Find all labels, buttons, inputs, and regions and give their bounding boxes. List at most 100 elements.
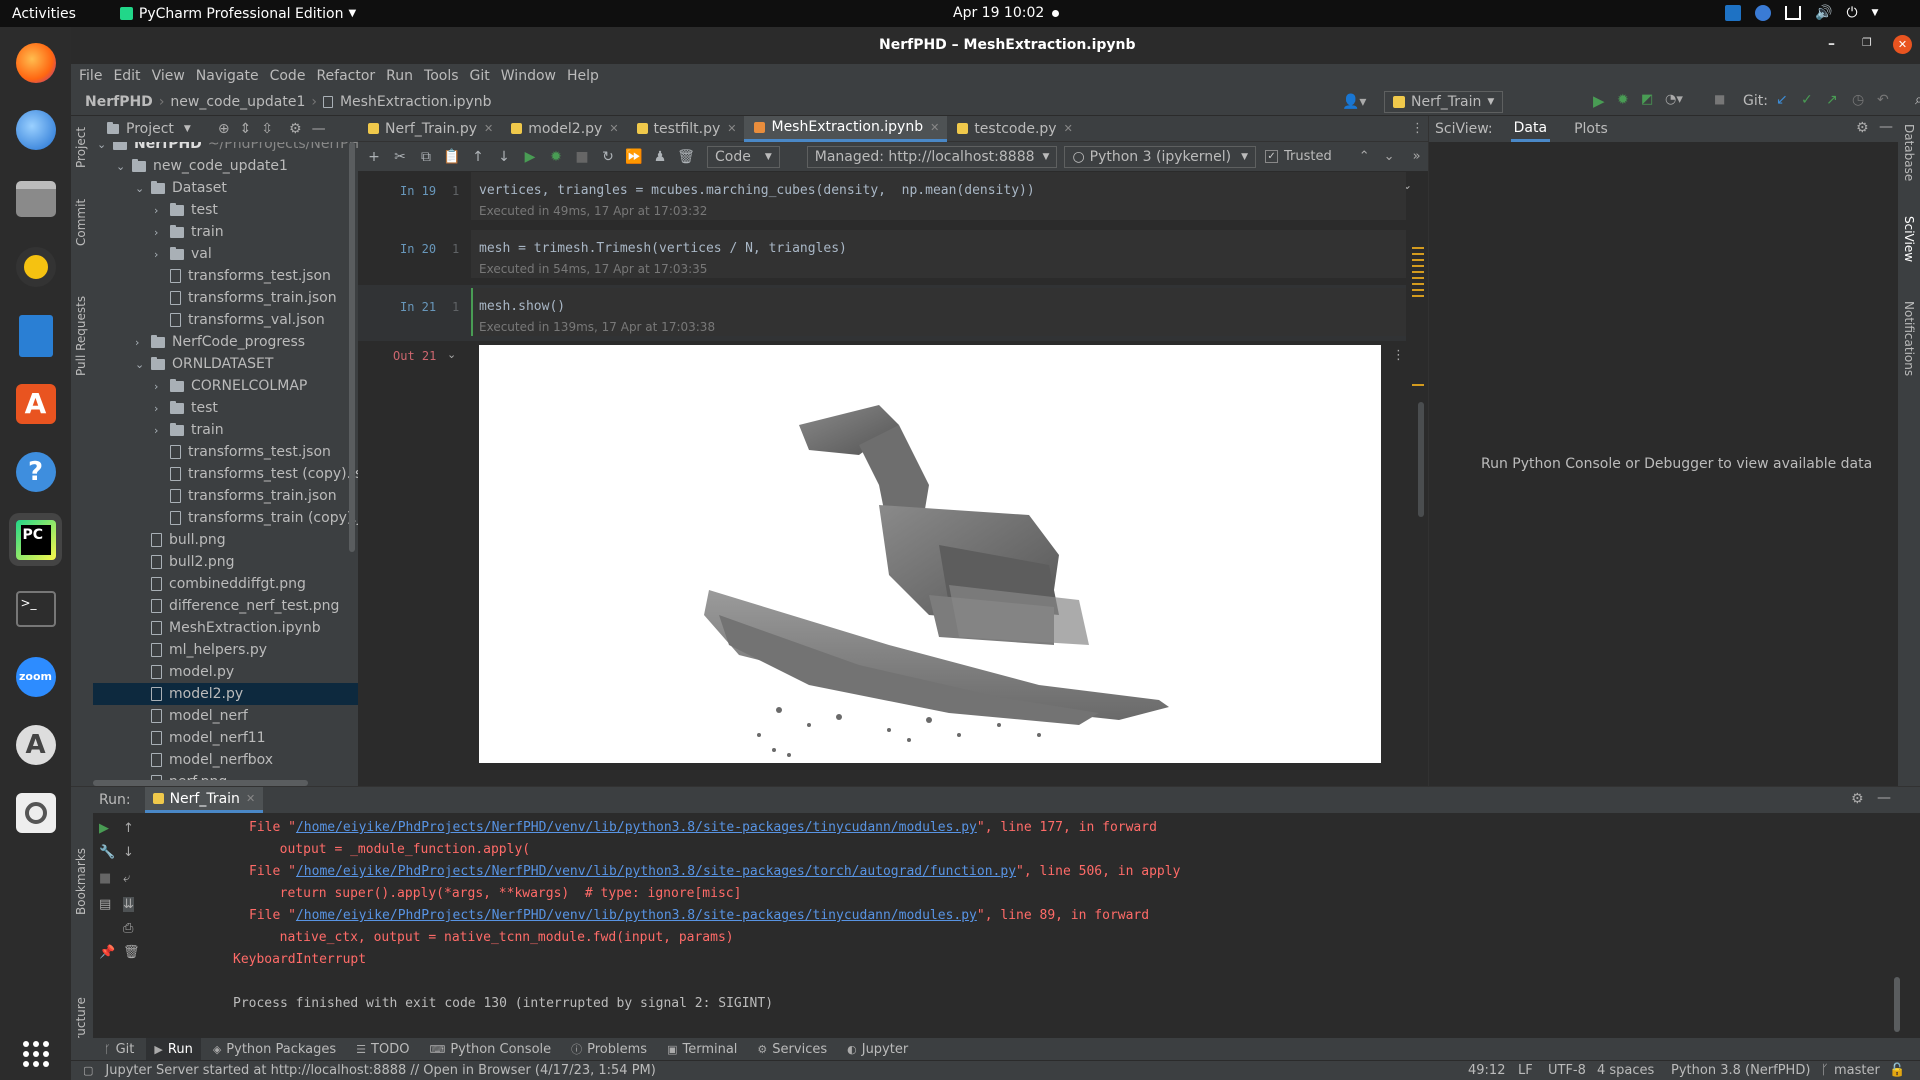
updater-icon[interactable]: A: [9, 718, 62, 771]
trusted-checkbox[interactable]: ✓: [1265, 150, 1279, 163]
tree-file[interactable]: transforms_train (copy).json: [154, 507, 358, 529]
rerun-icon[interactable]: ▶: [99, 821, 109, 836]
tree-folder[interactable]: ⌄ new_code_update1: [116, 155, 288, 177]
menu-view[interactable]: View: [152, 68, 185, 84]
chevron-right-icon[interactable]: ›: [154, 424, 166, 437]
move-down-icon[interactable]: ↓: [493, 146, 515, 168]
git-branch[interactable]: master: [1834, 1063, 1880, 1078]
menu-edit[interactable]: Edit: [113, 68, 140, 84]
tree-folder[interactable]: › NerfCode_progress: [135, 331, 305, 353]
chevron-down-icon[interactable]: ⌄: [135, 358, 147, 371]
run-cell-icon[interactable]: ▶: [519, 146, 541, 168]
maximize-icon[interactable]: ❐: [1862, 36, 1872, 49]
project-view-selector[interactable]: Project: [126, 121, 174, 137]
more-icon[interactable]: »: [1413, 149, 1421, 164]
stop-icon[interactable]: ■: [99, 871, 111, 886]
caret-position[interactable]: 49:12: [1468, 1063, 1505, 1078]
user-icon[interactable]: 👤▾: [1342, 94, 1366, 110]
thunderbird-icon[interactable]: [9, 103, 62, 156]
pull-requests-tool-tab[interactable]: Pull Requests: [74, 296, 88, 376]
file-link[interactable]: /home/eiyike/PhdProjects/NerfPHD/venv/li…: [296, 864, 1016, 879]
close-tab-icon[interactable]: ✕: [1064, 122, 1073, 135]
tree-folder[interactable]: › train: [154, 221, 224, 243]
chevron-down-icon[interactable]: ▼: [1872, 8, 1879, 18]
editor-tab[interactable]: testfilt.py ✕: [627, 116, 745, 142]
zoom-icon[interactable]: zoom: [9, 650, 62, 703]
minimize-icon[interactable]: –: [1828, 36, 1835, 52]
output-menu-icon[interactable]: ⋮: [1392, 348, 1405, 363]
bottom-tab[interactable]: ▶ Run: [146, 1038, 201, 1060]
warning-marker[interactable]: [1412, 384, 1424, 386]
prev-cell-icon[interactable]: ⌃: [1359, 149, 1370, 164]
run-tab[interactable]: Nerf_Train ✕: [144, 787, 264, 813]
file-link[interactable]: /home/eiyike/PhdProjects/NerfPHD/venv/li…: [296, 908, 977, 923]
power-icon[interactable]: ⏻: [1846, 5, 1857, 21]
interrupt-kernel-icon[interactable]: ■: [571, 146, 593, 168]
debug-cell-icon[interactable]: ✹: [545, 146, 567, 168]
stop-icon[interactable]: ■: [1714, 92, 1725, 106]
tree-file[interactable]: combineddiffgt.png: [135, 573, 306, 595]
debug-icon[interactable]: ✹: [1617, 92, 1629, 108]
file-link[interactable]: /home/eiyike/PhdProjects/NerfPHD/venv/li…: [296, 820, 977, 835]
trash-icon[interactable]: 🗑: [123, 945, 140, 960]
status-message[interactable]: Jupyter Server started at http://localho…: [105, 1063, 655, 1078]
close-icon[interactable]: ✕: [246, 792, 255, 805]
gear-icon[interactable]: ⚙: [1856, 120, 1869, 136]
tree-file[interactable]: ml_helpers.py: [135, 639, 267, 661]
show-apps-icon[interactable]: [9, 1027, 62, 1080]
tree-root[interactable]: ⌄ NerfPHD ~/PhdProjects/NerfPHD: [97, 142, 358, 155]
more-tabs-icon[interactable]: ⋮: [1411, 121, 1424, 136]
editor-scrollbar[interactable]: [1418, 402, 1424, 517]
tree-file[interactable]: difference_nerf_test.png: [135, 595, 339, 617]
close-tab-icon[interactable]: ✕: [484, 122, 493, 135]
lock-icon[interactable]: 🔓: [1889, 1063, 1905, 1078]
chevron-down-icon[interactable]: ▼: [184, 124, 191, 134]
tree-file[interactable]: transforms_train.json: [154, 485, 337, 507]
tree-scrollbar[interactable]: [349, 142, 355, 552]
layout-icon[interactable]: ▤: [99, 897, 111, 912]
system-tray[interactable]: 🔊 ⏻ ▼: [1725, 5, 1878, 21]
writer-icon[interactable]: [9, 309, 62, 362]
cell-code[interactable]: mesh.show(): [479, 299, 565, 314]
hide-icon[interactable]: —: [1877, 790, 1891, 806]
scroll-down-icon[interactable]: ↓: [123, 845, 134, 860]
project-tool-tab[interactable]: Project: [74, 127, 88, 168]
tree-file[interactable]: bull2.png: [135, 551, 235, 573]
bottom-tab[interactable]: ᚴ Git: [96, 1038, 142, 1060]
clear-outputs-icon[interactable]: 🗑: [675, 146, 697, 168]
editor-tab[interactable]: testcode.py ✕: [947, 116, 1081, 142]
tree-file[interactable]: model2.py: [93, 683, 358, 705]
volume-icon[interactable]: 🔊: [1815, 5, 1832, 21]
terminal-icon[interactable]: >_: [9, 582, 62, 635]
run-console-output[interactable]: File "/home/eiyike/PhdProjects/NerfPHD/v…: [165, 813, 1910, 1039]
cell-code[interactable]: vertices, triangles = mcubes.marching_cu…: [479, 183, 1035, 198]
mesh-output-viewer[interactable]: [479, 345, 1381, 763]
status-box-icon[interactable]: ▢: [83, 1064, 93, 1077]
bottom-tab[interactable]: ◈ Python Packages: [205, 1038, 344, 1060]
notifications-tool-tab[interactable]: Notifications: [1902, 301, 1916, 376]
paste-icon[interactable]: 📋: [441, 146, 463, 168]
cell-type-dropdown[interactable]: Code ▼: [707, 145, 780, 168]
tree-file[interactable]: transforms_test (copy).json: [154, 463, 358, 485]
bottom-tab[interactable]: ⓘ Problems: [563, 1038, 655, 1060]
menu-run[interactable]: Run: [386, 68, 413, 84]
tree-folder[interactable]: ⌄ Dataset: [135, 177, 227, 199]
copy-icon[interactable]: ⧉: [415, 146, 437, 168]
menu-code[interactable]: Code: [270, 68, 306, 84]
hide-icon[interactable]: —: [1879, 119, 1893, 135]
commit-tool-tab[interactable]: Commit: [74, 199, 88, 246]
menu-navigate[interactable]: Navigate: [196, 68, 259, 84]
bottom-tab[interactable]: ⚙ Services: [749, 1038, 835, 1060]
tree-file[interactable]: transforms_test.json: [154, 265, 331, 287]
git-update-icon[interactable]: ↙: [1776, 92, 1788, 108]
files-icon[interactable]: [9, 172, 62, 225]
collapse-output-icon[interactable]: ⌄: [447, 348, 456, 361]
git-push-icon[interactable]: ↗: [1826, 92, 1838, 108]
tree-folder[interactable]: ⌄ ORNLDATASET: [135, 353, 273, 375]
menu-window[interactable]: Window: [501, 68, 556, 84]
python-interpreter[interactable]: Python 3.8 (NerfPHD): [1671, 1063, 1810, 1078]
breadcrumb-folder[interactable]: new_code_update1: [170, 94, 305, 110]
close-tab-icon[interactable]: ✕: [727, 122, 736, 135]
console-scrollbar[interactable]: [1894, 977, 1900, 1032]
wrench-icon[interactable]: 🔧: [99, 845, 115, 860]
